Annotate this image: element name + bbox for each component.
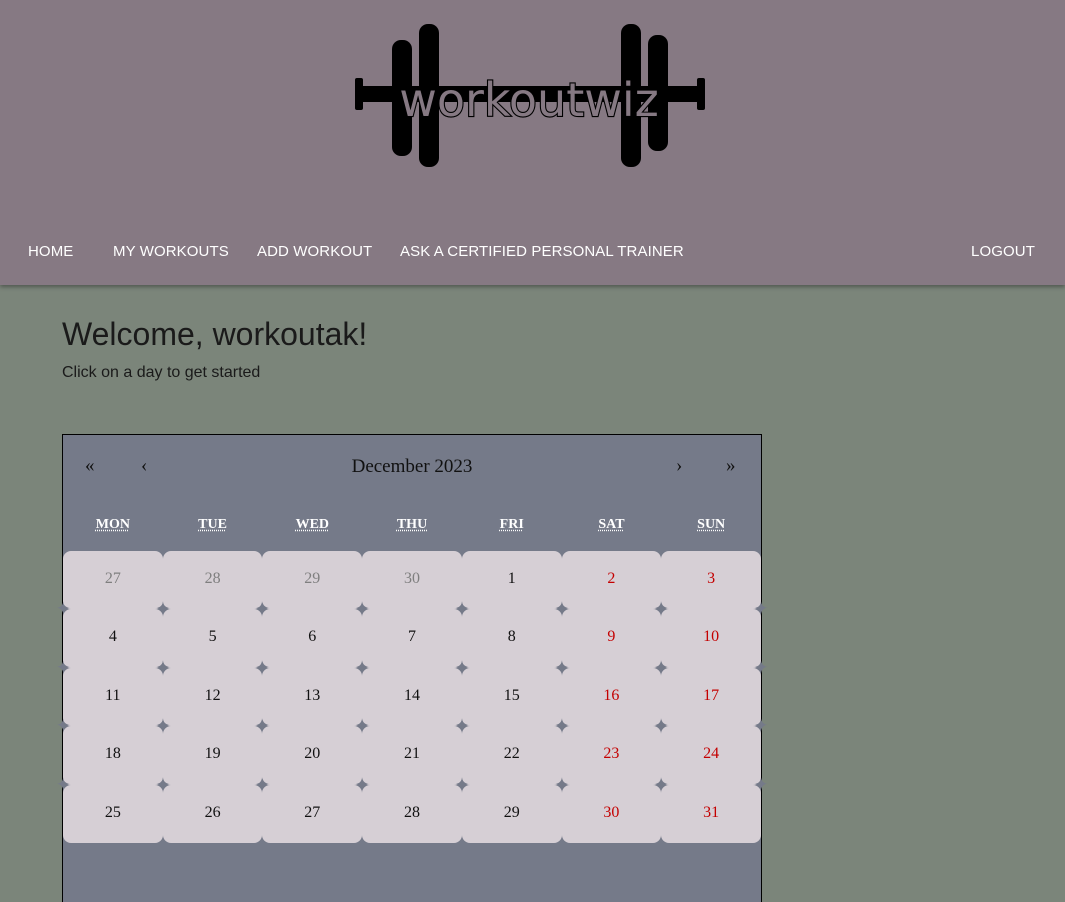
calendar-day[interactable]: 29 [262,551,363,610]
tile-corner-sparkle-icon: ✦ [355,657,370,677]
calendar-day[interactable]: 21 [362,726,462,785]
tile-corner-sparkle-icon: ✦ [454,657,470,677]
calendar: « ‹ December 2023 › » MON TUE WED THU FR… [56,434,768,902]
workoutwiz-logo[interactable]: workoutwiz [355,24,705,168]
next-year-button[interactable]: » [726,455,736,477]
tile-corner-sparkle-icon: ✦ [454,599,470,619]
calendar-day[interactable]: 24 [661,726,761,785]
tile-corner-sparkle-icon: ✦ [155,774,170,794]
tile-corner-sparkle-icon: ✦ [355,599,370,619]
tile-corner-sparkle-icon: ✦ [155,599,170,619]
calendar-day[interactable]: 12 [162,667,263,727]
site-header: workoutwiz HOME MY WORKOUTS ADD WORKOUT … [0,0,1065,285]
calendar-day[interactable]: 17 [661,667,761,727]
tile-corner-sparkle-icon: ✦ [554,716,569,736]
calendar-day[interactable]: 18 [63,726,163,785]
calendar-day[interactable]: 15 [461,667,562,727]
calendar-day[interactable]: 29 [461,784,562,843]
calendar-day[interactable]: 1 [461,551,562,610]
calendar-day[interactable]: 5 [162,609,263,668]
weekday-header: TUE [198,517,227,532]
calendar-day[interactable]: 16 [561,667,662,727]
tile-corner-sparkle-icon: ✦ [155,657,170,677]
calendar-day[interactable]: 2 [561,551,662,610]
weekday-header: SAT [598,517,625,532]
nav-my-workouts[interactable]: MY WORKOUTS [113,243,229,260]
tile-corner-sparkle-icon: ✦ [56,716,71,736]
weekday-header: SUN [697,517,726,532]
calendar-day[interactable]: 14 [362,667,462,727]
tile-corner-sparkle-icon: ✦ [255,657,270,677]
main-nav: HOME MY WORKOUTS ADD WORKOUT ASK A CERTI… [0,243,1065,265]
tile-corner-sparkle-icon: ✦ [56,599,71,619]
welcome-heading: Welcome, workoutak! [62,316,368,352]
tile-corner-sparkle-icon: ✦ [654,657,669,677]
tile-corner-sparkle-icon: ✦ [355,716,370,736]
weekday-header: MON [95,517,130,532]
calendar-day[interactable]: 27 [262,784,363,843]
svg-text:workoutwiz: workoutwiz [399,73,659,127]
calendar-day[interactable]: 20 [262,726,363,785]
calendar-day[interactable]: 25 [63,784,163,843]
calendar-day[interactable]: 31 [661,784,761,843]
calendar-month-title: December 2023 [351,456,473,477]
tile-corner-sparkle-icon: ✦ [155,716,170,736]
tile-corner-sparkle-icon: ✦ [754,599,769,619]
calendar-day[interactable]: 23 [561,726,662,785]
tile-corner-sparkle-icon: ✦ [454,716,470,736]
nav-logout[interactable]: LOGOUT [971,243,1035,260]
nav-ask-trainer[interactable]: ASK A CERTIFIED PERSONAL TRAINER [400,243,684,260]
tile-corner-sparkle-icon: ✦ [355,774,370,794]
tile-corner-sparkle-icon: ✦ [654,774,669,794]
tile-corner-sparkle-icon: ✦ [255,716,270,736]
tile-corner-sparkle-icon: ✦ [454,774,470,794]
calendar-day[interactable]: 13 [262,667,363,727]
tile-corner-sparkle-icon: ✦ [654,599,669,619]
weekday-header: THU [396,517,428,532]
weekday-header: WED [295,517,330,532]
calendar-day[interactable]: 19 [162,726,263,785]
tile-corner-sparkle-icon: ✦ [56,774,71,794]
tile-corner-sparkle-icon: ✦ [56,657,71,677]
tile-corner-sparkle-icon: ✦ [754,657,769,677]
nav-add-workout[interactable]: ADD WORKOUT [257,243,372,260]
tile-corner-sparkle-icon: ✦ [754,716,769,736]
tile-corner-sparkle-icon: ✦ [554,599,569,619]
calendar-day[interactable]: 8 [461,609,562,668]
calendar-day[interactable]: 4 [63,609,163,668]
tile-corner-sparkle-icon: ✦ [554,657,569,677]
calendar-day[interactable]: 6 [262,609,363,668]
calendar-day[interactable]: 28 [362,784,462,843]
tile-corner-sparkle-icon: ✦ [754,774,769,794]
calendar-day[interactable]: 22 [461,726,562,785]
weekday-header-row: MON TUE WED THU FRI SAT SUN [63,517,761,533]
tile-corner-sparkle-icon: ✦ [255,774,270,794]
next-month-button[interactable]: › [676,455,682,477]
calendar-day[interactable]: 11 [63,667,163,727]
calendar-day[interactable]: 26 [162,784,263,843]
calendar-day[interactable]: 7 [362,609,462,668]
calendar-day[interactable]: 9 [561,609,662,668]
tile-corner-sparkle-icon: ✦ [554,774,569,794]
calendar-day[interactable]: 3 [661,551,761,610]
nav-home[interactable]: HOME [28,243,73,260]
calendar-day[interactable]: 28 [162,551,263,610]
instruction-text: Click on a day to get started [62,364,261,381]
calendar-day[interactable]: 27 [63,551,163,610]
tile-corner-sparkle-icon: ✦ [654,716,669,736]
calendar-day[interactable]: 10 [661,609,761,668]
calendar-day[interactable]: 30 [561,784,662,843]
weekday-header: FRI [499,517,524,532]
tile-corner-sparkle-icon: ✦ [255,599,270,619]
calendar-day[interactable]: 30 [362,551,462,610]
calendar-days-grid: 27 28 29 30 1 2 3 4 5 6 7 8 9 10 11 12 13 14 15 16 17 18 19 20 2… [63,551,761,843]
